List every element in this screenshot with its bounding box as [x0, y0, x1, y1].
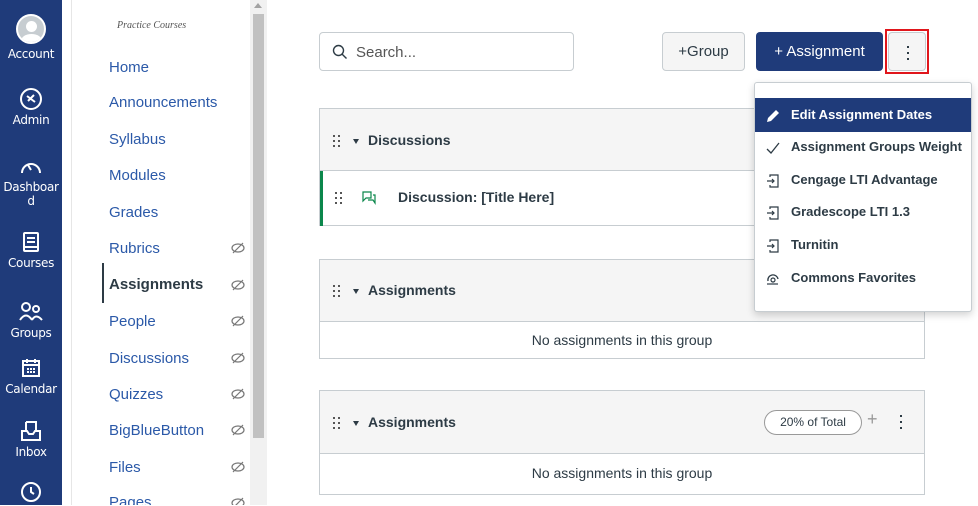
eye-slash-icon — [231, 497, 245, 505]
lti-tool-icon — [767, 174, 779, 188]
global-nav-label: Admin — [12, 113, 50, 127]
course-nav-pages[interactable]: Pages — [109, 494, 152, 505]
global-nav-history[interactable] — [0, 480, 62, 506]
search-icon — [332, 44, 347, 59]
global-nav-label: Inbox — [15, 445, 47, 459]
scrollbar-thumb[interactable] — [253, 14, 264, 438]
menu-item-label: Gradescope LTI 1.3 — [791, 204, 910, 219]
global-nav-account[interactable]: Account — [0, 14, 62, 61]
global-nav-groups[interactable]: Groups — [0, 300, 62, 340]
scroll-up-arrow-icon[interactable] — [254, 3, 262, 8]
add-assignment-button[interactable]: + Assignment — [756, 32, 883, 71]
eye-slash-icon — [231, 352, 245, 364]
more-options-button[interactable] — [888, 32, 926, 71]
commons-icon — [767, 274, 779, 285]
clock-icon — [21, 482, 41, 502]
group-title: Assignments — [368, 282, 456, 298]
collapse-caret-icon[interactable] — [353, 289, 359, 294]
drag-handle-icon[interactable] — [333, 417, 341, 429]
global-nav-label: Dashboar d — [3, 180, 59, 208]
drag-handle-icon[interactable] — [335, 192, 343, 204]
menu-item-edit-assignment-dates[interactable]: Edit Assignment Dates — [755, 98, 971, 132]
eye-slash-icon — [231, 461, 245, 473]
assignment-group-assignments-2: Assignments No assignments in this group — [319, 390, 925, 495]
calendar-icon — [22, 359, 40, 377]
course-nav-files[interactable]: Files — [109, 459, 141, 476]
global-nav-label: Calendar — [5, 382, 57, 396]
course-nav-quizzes[interactable]: Quizzes — [109, 386, 163, 403]
group-title: Assignments — [368, 414, 456, 430]
active-indicator — [102, 263, 104, 303]
lti-tool-icon — [767, 239, 779, 253]
assignment-title[interactable]: Discussion: [Title Here] — [398, 189, 554, 205]
global-nav-label: Courses — [7, 256, 55, 270]
global-nav-label: Groups — [10, 326, 52, 340]
global-nav-label: Account — [7, 47, 55, 61]
eye-slash-icon — [231, 388, 245, 400]
search-box — [319, 32, 574, 71]
course-nav-people[interactable]: People — [109, 313, 156, 330]
eye-slash-icon — [231, 315, 245, 327]
discussion-icon — [362, 191, 376, 205]
pencil-icon — [767, 110, 779, 122]
book-icon — [23, 232, 39, 252]
course-nav-bigbluebutton[interactable]: BigBlueButton — [109, 422, 204, 439]
add-assignment-to-group-icon[interactable]: + — [867, 409, 878, 430]
drag-handle-icon[interactable] — [333, 285, 341, 297]
menu-item-commons-favorites[interactable]: Commons Favorites — [755, 261, 971, 295]
menu-item-assignment-groups-weight[interactable]: Assignment Groups Weight — [755, 130, 971, 164]
menu-item-label: Commons Favorites — [791, 270, 916, 285]
course-nav-syllabus[interactable]: Syllabus — [109, 131, 166, 148]
inbox-icon — [21, 421, 41, 441]
menu-item-label: Edit Assignment Dates — [791, 107, 933, 122]
shield-icon — [20, 88, 42, 110]
nav-separator — [62, 0, 72, 505]
eye-slash-icon — [231, 279, 245, 291]
search-input[interactable] — [356, 41, 556, 63]
global-nav-inbox[interactable]: Inbox — [0, 419, 62, 459]
dashboard-gauge-icon — [21, 163, 41, 174]
course-name: Practice Courses — [117, 20, 187, 31]
kebab-icon — [907, 46, 909, 60]
menu-item-cengage-lti-advantage[interactable]: Cengage LTI Advantage — [755, 163, 971, 197]
published-indicator — [320, 171, 323, 226]
empty-group-message: No assignments in this group — [531, 465, 713, 481]
checkmark-icon — [766, 142, 780, 154]
account-avatar-icon — [16, 14, 46, 44]
group-weight-badge: 20% of Total — [764, 410, 862, 435]
empty-group-message: No assignments in this group — [531, 332, 713, 348]
eye-slash-icon — [231, 424, 245, 436]
collapse-caret-icon[interactable] — [353, 139, 359, 144]
global-nav-calendar[interactable]: Calendar — [0, 356, 62, 396]
course-nav-rubrics[interactable]: Rubrics — [109, 240, 160, 257]
global-nav-admin[interactable]: Admin — [0, 87, 62, 127]
more-options-menu: Edit Assignment Dates Assignment Groups … — [754, 82, 972, 312]
drag-handle-icon[interactable] — [333, 135, 341, 147]
menu-item-turnitin[interactable]: Turnitin — [755, 228, 971, 262]
global-navigation: Account Admin Dashboar d Courses Groups … — [0, 0, 62, 505]
lti-tool-icon — [767, 206, 779, 220]
course-nav-announcements[interactable]: Announcements — [109, 94, 217, 111]
global-nav-dashboard[interactable]: Dashboar d — [0, 156, 62, 208]
course-nav-assignments[interactable]: Assignments — [109, 276, 203, 293]
menu-item-label: Assignment Groups Weight — [791, 139, 962, 154]
menu-item-label: Cengage LTI Advantage — [791, 172, 938, 187]
collapse-caret-icon[interactable] — [353, 421, 359, 426]
course-nav-home[interactable]: Home — [109, 59, 149, 76]
course-nav-scrollbar[interactable] — [250, 0, 267, 505]
eye-slash-icon — [231, 242, 245, 254]
group-title: Discussions — [368, 132, 451, 148]
menu-item-label: Turnitin — [791, 237, 839, 252]
menu-item-gradescope-lti[interactable]: Gradescope LTI 1.3 — [755, 195, 971, 229]
course-nav-modules[interactable]: Modules — [109, 167, 166, 184]
course-nav-grades[interactable]: Grades — [109, 204, 158, 221]
course-navigation: Practice Courses Home Announcements Syll… — [72, 0, 250, 505]
groups-icon — [19, 302, 43, 321]
course-nav-discussions[interactable]: Discussions — [109, 350, 189, 367]
add-group-button[interactable]: +Group — [662, 32, 745, 71]
group-options-kebab-icon[interactable] — [900, 415, 902, 429]
global-nav-courses[interactable]: Courses — [0, 230, 62, 270]
